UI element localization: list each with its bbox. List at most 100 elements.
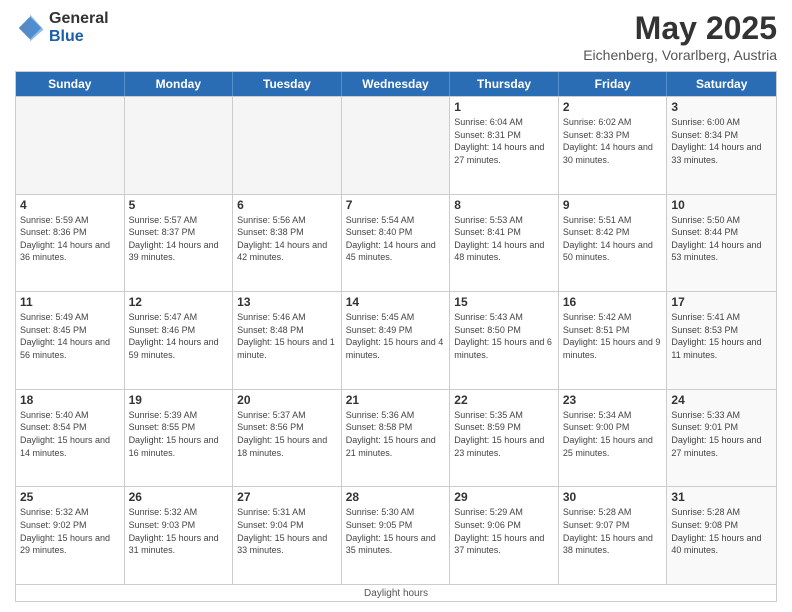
day-info: Sunrise: 5:28 AM Sunset: 9:08 PM Dayligh… (671, 506, 772, 556)
calendar-week-3: 11 Sunrise: 5:49 AM Sunset: 8:45 PM Dayli… (16, 291, 776, 389)
day-info: Sunrise: 5:47 AM Sunset: 8:46 PM Dayligh… (129, 311, 229, 361)
day-cell-27: 27 Sunrise: 5:31 AM Sunset: 9:04 PM Dayli… (233, 487, 342, 584)
day-cell-15: 15 Sunrise: 5:43 AM Sunset: 8:50 PM Dayli… (450, 292, 559, 389)
day-info: Sunrise: 5:49 AM Sunset: 8:45 PM Dayligh… (20, 311, 120, 361)
day-info: Sunrise: 5:32 AM Sunset: 9:03 PM Dayligh… (129, 506, 229, 556)
day-number: 23 (563, 393, 663, 407)
day-cell-6: 6Sunrise: 5:56 AM Sunset: 8:38 PM Daylig… (233, 195, 342, 292)
calendar: SundayMondayTuesdayWednesdayThursdayFrid… (15, 71, 777, 602)
day-cell-11: 11 Sunrise: 5:49 AM Sunset: 8:45 PM Dayli… (16, 292, 125, 389)
day-number: 15 (454, 295, 554, 309)
logo-general: General (49, 10, 109, 28)
day-info: Sunrise: 5:45 AM Sunset: 8:49 PM Dayligh… (346, 311, 446, 361)
day-cell-19: 19 Sunrise: 5:39 AM Sunset: 8:55 PM Dayli… (125, 390, 234, 487)
location: Eichenberg, Vorarlberg, Austria (583, 47, 777, 63)
day-number: 2 (563, 100, 663, 114)
day-number: 5 (129, 198, 229, 212)
day-of-week-sunday: Sunday (16, 72, 125, 96)
day-cell-3: 3Sunrise: 6:00 AM Sunset: 8:34 PM Daylig… (667, 97, 776, 194)
day-cell-24: 24 Sunrise: 5:33 AM Sunset: 9:01 PM Dayli… (667, 390, 776, 487)
day-info: Sunrise: 5:46 AM Sunset: 8:48 PM Dayligh… (237, 311, 337, 361)
day-info: Sunrise: 5:28 AM Sunset: 9:07 PM Dayligh… (563, 506, 663, 556)
day-number: 1 (454, 100, 554, 114)
calendar-week-4: 18 Sunrise: 5:40 AM Sunset: 8:54 PM Dayli… (16, 389, 776, 487)
day-of-week-monday: Monday (125, 72, 234, 96)
day-cell-2: 2 Sunrise: 6:02 AM Sunset: 8:33 PM Daylig… (559, 97, 668, 194)
day-number: 16 (563, 295, 663, 309)
day-info: Sunrise: 5:29 AM Sunset: 9:06 PM Dayligh… (454, 506, 554, 556)
day-cell-17: 17Sunrise: 5:41 AM Sunset: 8:53 PM Dayli… (667, 292, 776, 389)
day-info: Sunrise: 5:36 AM Sunset: 8:58 PM Dayligh… (346, 409, 446, 459)
day-cell-20: 20 Sunrise: 5:37 AM Sunset: 8:56 PM Dayli… (233, 390, 342, 487)
day-cell-23: 23 Sunrise: 5:34 AM Sunset: 9:00 PM Dayli… (559, 390, 668, 487)
day-number: 31 (671, 490, 772, 504)
logo-blue: Blue (49, 28, 109, 46)
day-cell-18: 18 Sunrise: 5:40 AM Sunset: 8:54 PM Dayli… (16, 390, 125, 487)
day-info: Sunrise: 5:31 AM Sunset: 9:04 PM Dayligh… (237, 506, 337, 556)
month-title: May 2025 (583, 10, 777, 47)
day-info: Sunrise: 5:34 AM Sunset: 9:00 PM Dayligh… (563, 409, 663, 459)
day-cell-7: 7 Sunrise: 5:54 AM Sunset: 8:40 PM Daylig… (342, 195, 451, 292)
day-cell-8: 8Sunrise: 5:53 AM Sunset: 8:41 PM Daylig… (450, 195, 559, 292)
day-info: Sunrise: 5:59 AM Sunset: 8:36 PM Dayligh… (20, 214, 120, 264)
day-cell-4: 4Sunrise: 5:59 AM Sunset: 8:36 PM Daylig… (16, 195, 125, 292)
empty-cell (16, 97, 125, 194)
day-cell-14: 14 Sunrise: 5:45 AM Sunset: 8:49 PM Dayli… (342, 292, 451, 389)
header: General Blue May 2025 Eichenberg, Vorarl… (15, 10, 777, 63)
day-number: 20 (237, 393, 337, 407)
day-info: Sunrise: 5:39 AM Sunset: 8:55 PM Dayligh… (129, 409, 229, 459)
day-cell-12: 12 Sunrise: 5:47 AM Sunset: 8:46 PM Dayli… (125, 292, 234, 389)
day-info: Sunrise: 5:54 AM Sunset: 8:40 PM Dayligh… (346, 214, 446, 264)
empty-cell (125, 97, 234, 194)
day-info: Sunrise: 5:33 AM Sunset: 9:01 PM Dayligh… (671, 409, 772, 459)
day-info: Sunrise: 6:02 AM Sunset: 8:33 PM Dayligh… (563, 116, 663, 166)
day-cell-13: 13 Sunrise: 5:46 AM Sunset: 8:48 PM Dayli… (233, 292, 342, 389)
day-info: Sunrise: 6:04 AM Sunset: 8:31 PM Dayligh… (454, 116, 554, 166)
day-number: 25 (20, 490, 120, 504)
day-number: 12 (129, 295, 229, 309)
day-number: 22 (454, 393, 554, 407)
day-number: 3 (671, 100, 772, 114)
day-info: Sunrise: 5:35 AM Sunset: 8:59 PM Dayligh… (454, 409, 554, 459)
day-number: 13 (237, 295, 337, 309)
day-number: 24 (671, 393, 772, 407)
day-of-week-friday: Friday (559, 72, 668, 96)
calendar-week-2: 4Sunrise: 5:59 AM Sunset: 8:36 PM Daylig… (16, 194, 776, 292)
empty-cell (342, 97, 451, 194)
title-block: May 2025 Eichenberg, Vorarlberg, Austria (583, 10, 777, 63)
day-number: 11 (20, 295, 120, 309)
day-number: 10 (671, 198, 772, 212)
calendar-body: 1 Sunrise: 6:04 AM Sunset: 8:31 PM Daylig… (16, 96, 776, 584)
calendar-week-1: 1 Sunrise: 6:04 AM Sunset: 8:31 PM Daylig… (16, 96, 776, 194)
day-number: 28 (346, 490, 446, 504)
day-of-week-wednesday: Wednesday (342, 72, 451, 96)
calendar-week-5: 25Sunrise: 5:32 AM Sunset: 9:02 PM Dayli… (16, 486, 776, 584)
day-number: 7 (346, 198, 446, 212)
day-cell-31: 31 Sunrise: 5:28 AM Sunset: 9:08 PM Dayli… (667, 487, 776, 584)
page: General Blue May 2025 Eichenberg, Vorarl… (0, 0, 792, 612)
day-cell-16: 16 Sunrise: 5:42 AM Sunset: 8:51 PM Dayli… (559, 292, 668, 389)
day-info: Sunrise: 5:37 AM Sunset: 8:56 PM Dayligh… (237, 409, 337, 459)
day-info: Sunrise: 5:42 AM Sunset: 8:51 PM Dayligh… (563, 311, 663, 361)
day-number: 27 (237, 490, 337, 504)
calendar-header: SundayMondayTuesdayWednesdayThursdayFrid… (16, 72, 776, 96)
day-cell-10: 10Sunrise: 5:50 AM Sunset: 8:44 PM Dayli… (667, 195, 776, 292)
day-number: 14 (346, 295, 446, 309)
day-info: Sunrise: 5:40 AM Sunset: 8:54 PM Dayligh… (20, 409, 120, 459)
day-cell-28: 28Sunrise: 5:30 AM Sunset: 9:05 PM Dayli… (342, 487, 451, 584)
day-info: Sunrise: 5:43 AM Sunset: 8:50 PM Dayligh… (454, 311, 554, 361)
day-number: 18 (20, 393, 120, 407)
day-cell-25: 25Sunrise: 5:32 AM Sunset: 9:02 PM Dayli… (16, 487, 125, 584)
day-cell-9: 9Sunrise: 5:51 AM Sunset: 8:42 PM Daylig… (559, 195, 668, 292)
day-info: Sunrise: 5:57 AM Sunset: 8:37 PM Dayligh… (129, 214, 229, 264)
day-number: 19 (129, 393, 229, 407)
footer-note: Daylight hours (16, 584, 776, 601)
empty-cell (233, 97, 342, 194)
day-number: 17 (671, 295, 772, 309)
day-number: 29 (454, 490, 554, 504)
day-cell-21: 21Sunrise: 5:36 AM Sunset: 8:58 PM Dayli… (342, 390, 451, 487)
day-of-week-tuesday: Tuesday (233, 72, 342, 96)
logo-icon (15, 13, 45, 43)
logo-text: General Blue (49, 10, 109, 45)
day-cell-5: 5 Sunrise: 5:57 AM Sunset: 8:37 PM Daylig… (125, 195, 234, 292)
